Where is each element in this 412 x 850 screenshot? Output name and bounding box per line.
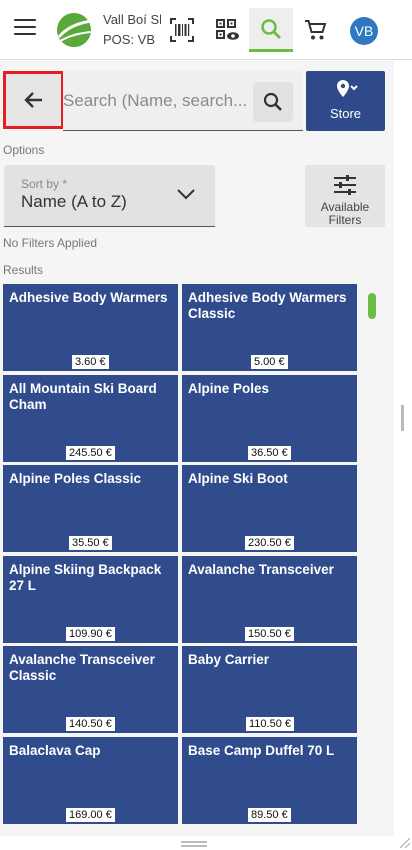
available-filters-label: Available Filters: [320, 200, 370, 227]
bottom-drag-handle[interactable]: [181, 841, 207, 847]
product-name: Alpine Skiing Backpack 27 L: [9, 562, 162, 593]
product-name: Avalanche Transceiver Classic: [9, 652, 155, 683]
sliders-icon: [334, 175, 356, 195]
product-price: 150.50 €: [245, 627, 294, 641]
chevron-down-icon: [177, 189, 195, 200]
product-price: 110.50 €: [246, 717, 295, 731]
product-tile[interactable]: Balaclava Cap 169.00 €: [3, 737, 178, 824]
results-grid: Adhesive Body Warmers 3.60 € Adhesive Body…: [3, 284, 359, 826]
product-tile[interactable]: Adhesive Body Warmers Classic 5.00 €: [182, 284, 357, 371]
qr-view-icon[interactable]: [205, 8, 249, 52]
product-tile[interactable]: Avalanche Transceiver Classic 140.50 €: [3, 646, 178, 733]
options-label: Options: [3, 143, 45, 157]
store-button[interactable]: Store: [306, 71, 385, 131]
back-button[interactable]: [3, 71, 64, 129]
search-button[interactable]: [253, 82, 293, 122]
results-scrollbar[interactable]: [368, 293, 376, 319]
product-price: 109.90 €: [66, 627, 115, 641]
product-tile[interactable]: Adhesive Body Warmers 3.60 €: [3, 284, 178, 371]
search-input[interactable]: [63, 86, 253, 116]
product-price: 245.50 €: [66, 446, 115, 460]
product-tile[interactable]: All Mountain Ski Board Cham 245.50 €: [3, 375, 178, 462]
product-price: 5.00 €: [251, 355, 288, 369]
product-name: Alpine Poles Classic: [9, 471, 142, 486]
product-tile[interactable]: Avalanche Transceiver 150.50 €: [182, 556, 357, 643]
sort-select[interactable]: Sort by * Name (A to Z): [4, 165, 215, 227]
product-price: 36.50 €: [248, 446, 291, 460]
side-drag-handle[interactable]: [401, 405, 404, 431]
filter-status: No Filters Applied: [3, 236, 98, 250]
store-name: Vall Boí Ski: [103, 12, 161, 27]
product-tile[interactable]: Base Camp Duffel 70 L 89.50 €: [182, 737, 357, 824]
product-name: Alpine Ski Boot: [188, 471, 288, 486]
store-logo: [57, 13, 91, 47]
pos-name: POS: VB: [103, 32, 156, 47]
product-name: All Mountain Ski Board Cham: [9, 381, 157, 412]
product-name: Balaclava Cap: [9, 743, 101, 758]
product-tile[interactable]: Alpine Ski Boot 230.50 €: [182, 465, 357, 552]
available-filters-button[interactable]: Available Filters: [305, 165, 385, 227]
product-name: Adhesive Body Warmers Classic: [188, 290, 347, 321]
top-bar: Vall Boí Ski POS: VB: [0, 0, 412, 60]
product-tile[interactable]: Alpine Poles 36.50 €: [182, 375, 357, 462]
product-name: Baby Carrier: [188, 652, 270, 667]
sort-value: Name (A to Z): [21, 192, 127, 211]
product-tile[interactable]: Alpine Poles Classic 35.50 €: [3, 465, 178, 552]
product-name: Alpine Poles: [188, 381, 270, 396]
product-price: 3.60 €: [72, 355, 109, 369]
product-price: 35.50 €: [69, 536, 112, 550]
search-icon: [263, 92, 282, 111]
product-name: Adhesive Body Warmers: [9, 290, 168, 305]
sort-label: Sort by *: [21, 177, 68, 191]
product-price: 140.50 €: [66, 717, 115, 731]
product-name: Base Camp Duffel 70 L: [188, 743, 335, 758]
resize-grip-icon[interactable]: [398, 836, 410, 848]
barcode-scan-icon[interactable]: [160, 8, 204, 52]
menu-icon[interactable]: [14, 19, 36, 37]
cart-icon[interactable]: [294, 8, 338, 52]
arrow-left-icon: [23, 92, 42, 108]
product-price: 230.50 €: [245, 536, 294, 550]
product-tile[interactable]: Baby Carrier 110.50 €: [182, 646, 357, 733]
product-name: Avalanche Transceiver: [188, 562, 334, 577]
results-label: Results: [3, 263, 44, 277]
product-tile[interactable]: Alpine Skiing Backpack 27 L 109.90 €: [3, 556, 178, 643]
product-price: 169.00 €: [66, 808, 115, 822]
user-avatar[interactable]: VB: [350, 17, 378, 45]
location-pin-icon: [337, 80, 358, 97]
search-mode-icon[interactable]: [249, 8, 293, 52]
store-button-label: Store: [329, 106, 362, 121]
search-field: [63, 71, 303, 131]
product-price: 89.50 €: [248, 808, 291, 822]
